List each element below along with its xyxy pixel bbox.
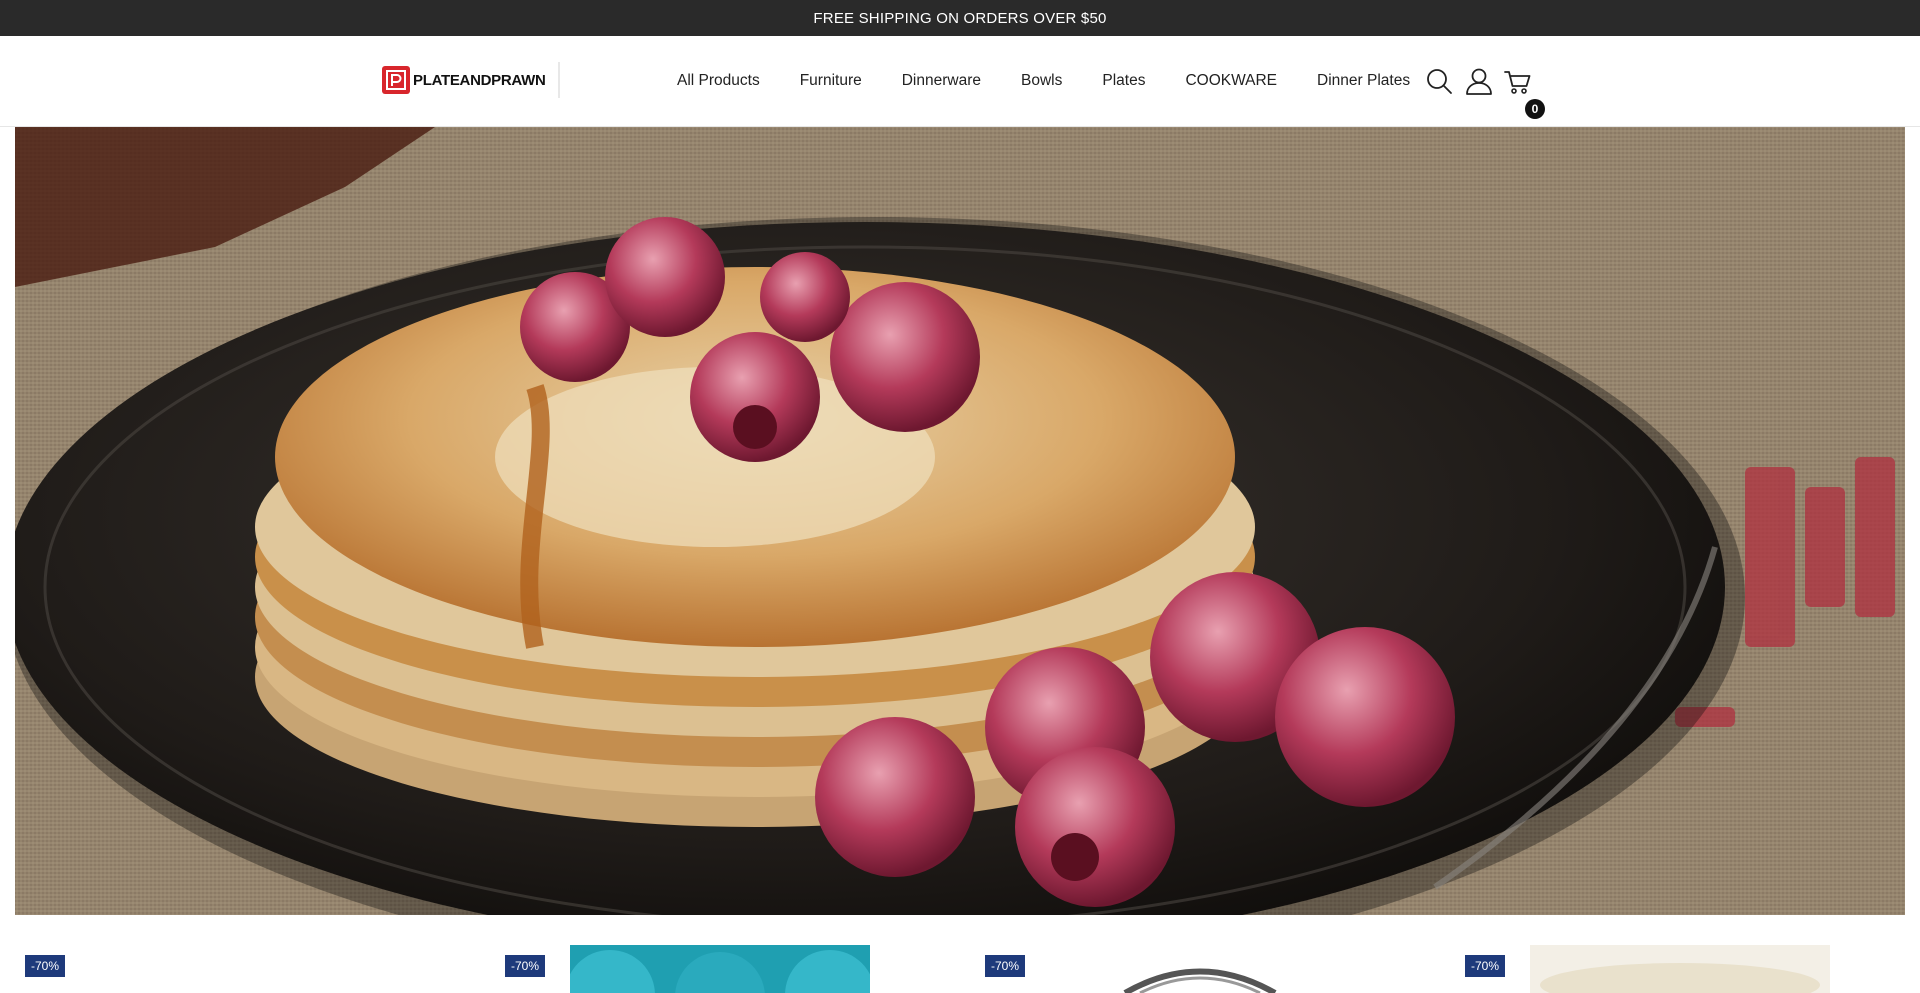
nav-plates[interactable]: Plates [1102,72,1145,90]
product-thumbnail[interactable] [1530,945,1830,993]
product-image [1123,968,1277,993]
account-button[interactable] [1464,66,1494,96]
nav-cookware[interactable]: COOKWARE [1185,72,1277,90]
user-icon [1466,68,1492,95]
site-header: PLATEANDPRAWN All Products Furniture Din… [0,36,1920,127]
logo-mark-icon [382,66,410,94]
cart-count-badge: 0 [1525,99,1545,119]
search-icon [1427,69,1452,94]
discount-badge: -70% [985,955,1026,977]
logo-text: PLATEANDPRAWN [413,71,546,89]
discount-badge: -70% [505,955,546,977]
nav-dinnerware[interactable]: Dinnerware [902,72,981,90]
product-thumbnail[interactable] [1110,945,1290,993]
discount-badge: -70% [25,955,66,977]
product-thumbnail[interactable] [570,945,870,993]
product-image [1540,963,1820,993]
hero-banner[interactable] [15,127,1905,915]
announcement-bar: FREE SHIPPING ON ORDERS OVER $50 [0,0,1920,36]
product-image [570,950,870,993]
search-button[interactable] [1424,66,1454,96]
main-nav: All Products Furniture Dinnerware Bowls … [677,36,1410,126]
cart-icon [1504,71,1531,94]
nav-dinner-plates[interactable]: Dinner Plates [1317,72,1410,90]
cart-button[interactable] [1503,66,1533,96]
nav-all-products[interactable]: All Products [677,72,760,90]
announcement-text: FREE SHIPPING ON ORDERS OVER $50 [813,9,1107,27]
site-logo[interactable]: PLATEANDPRAWN [382,62,560,98]
hero-image [15,127,1905,915]
nav-furniture[interactable]: Furniture [800,72,862,90]
product-grid: -70% -70% -70% -70% [0,915,1920,993]
nav-bowls[interactable]: Bowls [1021,72,1062,90]
discount-badge: -70% [1465,955,1506,977]
